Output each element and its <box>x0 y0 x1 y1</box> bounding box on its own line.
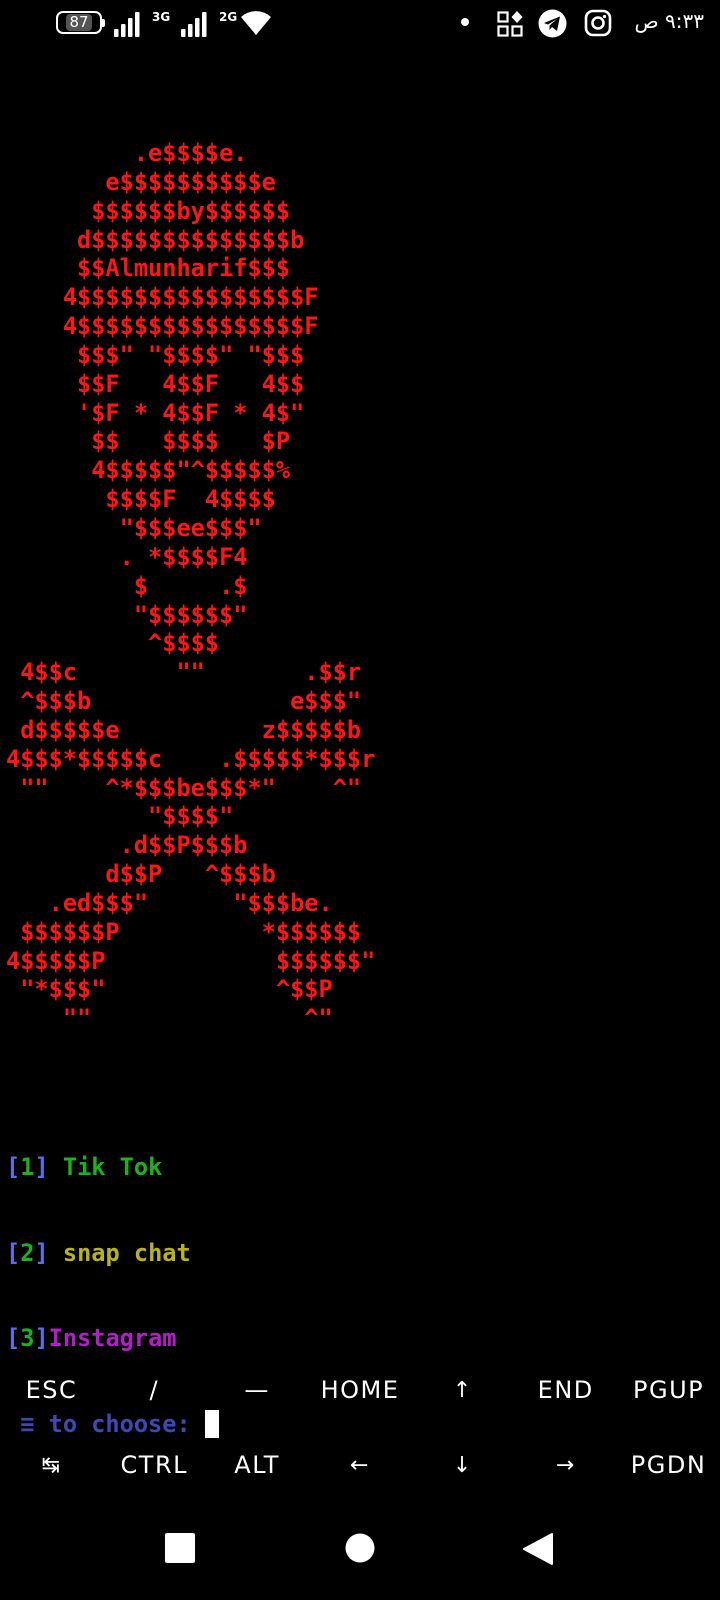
ascii-art-line: 4$$$$$$$$$$$$$$$$F <box>6 283 319 312</box>
signal-strength-icon <box>114 12 140 37</box>
telegram-icon <box>538 9 567 38</box>
alt-key[interactable]: ALT <box>206 1451 309 1479</box>
ascii-art-line: "*$$$" ^$$P <box>6 975 333 1004</box>
ascii-art-line: 4$$$$$"^$$$$$% <box>6 456 291 485</box>
wifi-icon <box>241 11 271 36</box>
end-key[interactable]: END <box>514 1376 617 1404</box>
instagram-icon <box>584 9 612 37</box>
ascii-art-line: $ .$ <box>6 571 248 600</box>
ascii-art-line: "" ^" <box>6 1004 333 1033</box>
tab-key[interactable]: ↹ <box>0 1453 103 1478</box>
ascii-art-line: .ed$$$" "$$$be. <box>6 888 333 917</box>
menu-bracket: ] <box>34 1238 49 1267</box>
menu-number: 1 <box>20 1153 35 1181</box>
ascii-art-line: $$ $$$$ $P <box>6 427 291 456</box>
recent-apps-icon[interactable] <box>165 1533 195 1563</box>
pgup-key[interactable]: PGUP <box>617 1376 720 1404</box>
ctrl-key[interactable]: CTRL <box>103 1451 206 1479</box>
menu-option-instagram: [3]Instagram <box>6 1324 219 1353</box>
back-icon[interactable] <box>523 1533 553 1565</box>
ascii-art-line: .e$$$$e. <box>6 139 248 167</box>
status-bar: 87 3G 2G ٩:٣٣ ص <box>0 0 720 48</box>
apps-grid-icon <box>497 11 523 37</box>
extra-keys-row-2: ↹ CTRL ALT ← ↓ → PGDN <box>0 1435 720 1495</box>
ascii-art-line: $$$" "$$$$" "$$$ <box>6 340 305 369</box>
menu-bracket: [ <box>6 1238 21 1267</box>
arrow-down-key[interactable]: ↓ <box>411 1453 514 1478</box>
menu-label: Instagram <box>48 1324 177 1352</box>
menu-bracket: ] <box>34 1153 49 1181</box>
menu-bracket: [ <box>6 1153 21 1181</box>
ascii-art-line: "$$$$$$" <box>6 600 248 629</box>
ascii-art-line: $$$$$$by$$$$$$ <box>6 196 291 225</box>
battery-icon: 87 <box>56 11 105 34</box>
menu-option-snapchat: [2] snap chat <box>6 1239 219 1268</box>
menu-number: 3 <box>20 1324 35 1352</box>
ascii-art-line: "$$$$" <box>6 802 234 831</box>
ascii-art-line: 4$$$$$P $$$$$$" <box>6 946 376 975</box>
ascii-art-line: $$$$F 4$$$$ <box>6 485 276 514</box>
ascii-art-line: e$$$$$$$$$$e <box>6 167 276 196</box>
ascii-art-line: . *$$$$F4 <box>6 542 248 571</box>
slash-key[interactable]: / <box>103 1376 206 1404</box>
clock: ٩:٣٣ ص <box>634 9 704 33</box>
signal-strength-icon <box>181 12 207 37</box>
extra-keys-row-1: ESC / — HOME ↑ END PGUP <box>0 1360 720 1420</box>
ascii-art-line: d$$$$$$$$$$$$$$b <box>6 225 305 254</box>
ascii-art-line: d$$$$$e z$$$$$b <box>6 715 362 744</box>
ascii-art-banner: .e$$$$e. e$$$$$$$$$$e $$$$$$by$$$$$$ d$$… <box>6 139 375 1033</box>
home-icon[interactable] <box>345 1533 375 1563</box>
home-key[interactable]: HOME <box>309 1376 412 1404</box>
network-type-label: 2G <box>219 10 238 24</box>
arrow-right-key[interactable]: → <box>514 1453 617 1478</box>
ascii-art-line: $$F 4$$F 4$$ <box>6 369 305 398</box>
ascii-art-line: ^$$$b e$$$" <box>6 687 362 716</box>
ascii-art-line: 4$$$$$$$$$$$$$$$$F <box>6 312 319 341</box>
ascii-art-line: $$$$$$P *$$$$$$ <box>6 917 362 946</box>
pgdn-key[interactable]: PGDN <box>617 1451 720 1479</box>
menu-bracket: [ <box>6 1324 21 1352</box>
menu-option-tiktok: [1] Tik Tok <box>6 1153 219 1182</box>
ascii-art-line: d$$P ^$$$b <box>6 860 276 889</box>
ascii-art-line: 4$$$*$$$$$c .$$$$$*$$$r <box>6 744 376 773</box>
esc-key[interactable]: ESC <box>0 1376 103 1404</box>
menu-bracket: ] <box>34 1324 49 1352</box>
battery-level: 87 <box>66 14 92 31</box>
ascii-art-line: .d$$P$$$b <box>6 831 248 860</box>
menu-number: 2 <box>20 1238 35 1267</box>
arrow-left-key[interactable]: ← <box>309 1453 412 1478</box>
ascii-art-line: 4$$c "" .$$r <box>6 658 362 687</box>
arrow-up-key[interactable]: ↑ <box>411 1378 514 1403</box>
network-type-label: 3G <box>152 10 171 24</box>
menu-label: Tik Tok <box>48 1153 163 1181</box>
notification-dot-icon <box>461 18 469 26</box>
ascii-art-line: "$$$ee$$$" <box>6 513 262 542</box>
menu-label: snap chat <box>48 1238 191 1267</box>
ascii-art-line: ^$$$$ <box>6 629 220 658</box>
dash-key[interactable]: — <box>206 1376 309 1404</box>
ascii-art-line: "" ^*$$$be$$$*" ^" <box>6 773 362 802</box>
ascii-art-line: '$F * 4$$F * 4$" <box>6 398 305 427</box>
ascii-art-line: $$Almunharif$$$ <box>6 254 291 283</box>
